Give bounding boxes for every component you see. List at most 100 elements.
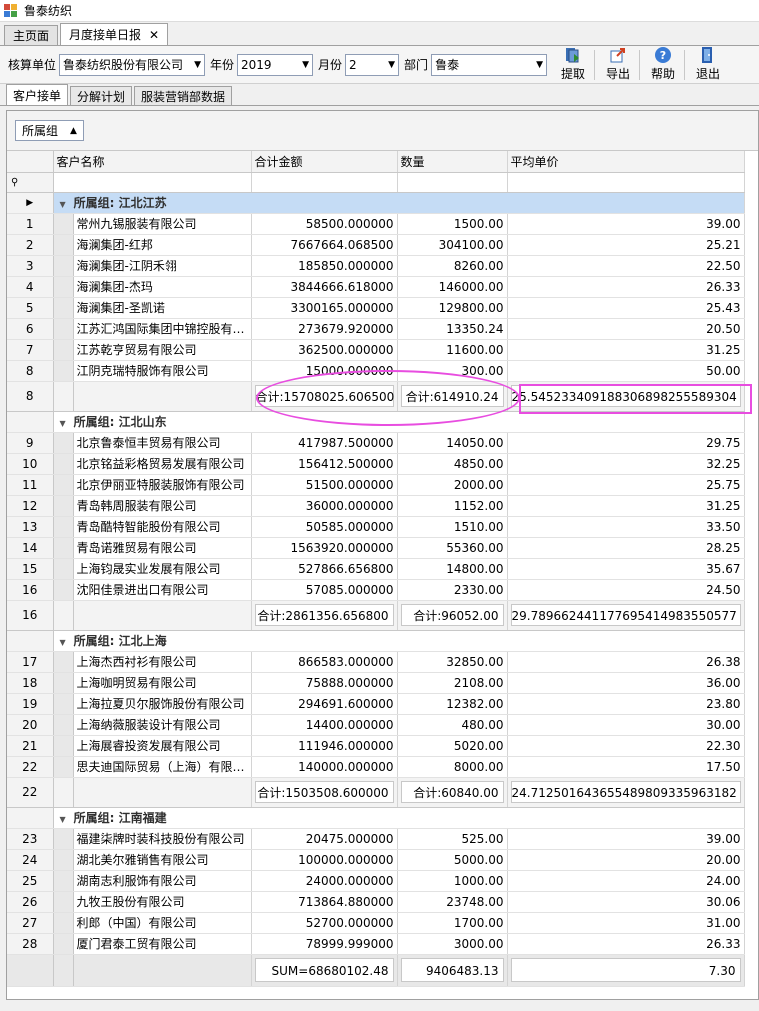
cell-qty[interactable]: 5000.00 xyxy=(397,849,508,871)
cell-customer[interactable]: 湖北美尔雅销售有限公司 xyxy=(73,849,252,871)
group-row[interactable]: ▼ 所属组: 江北山东 xyxy=(7,411,745,433)
cell-amount[interactable]: 362500.000000 xyxy=(251,339,398,361)
cell-amount[interactable]: 58500.000000 xyxy=(251,213,398,235)
cell-customer[interactable]: 上海纳薇服装设计有限公司 xyxy=(73,714,252,736)
cell-amount[interactable]: 111946.000000 xyxy=(251,735,398,757)
cell-price[interactable]: 29.75 xyxy=(507,432,745,454)
cell-price[interactable]: 26.33 xyxy=(507,933,745,955)
collapse-icon[interactable]: ▼ xyxy=(60,815,66,824)
table-row[interactable]: 18 上海咖明贸易有限公司 75888.000000 2108.00 36.00 xyxy=(7,672,745,694)
table-row[interactable]: 13 青岛酷特智能股份有限公司 50585.000000 1510.00 33.50 xyxy=(7,516,745,538)
cell-qty[interactable]: 32850.00 xyxy=(397,651,508,673)
cell-amount[interactable]: 866583.000000 xyxy=(251,651,398,673)
filter-icon[interactable]: ⚲ xyxy=(7,172,54,193)
table-row[interactable]: 11 北京伊丽亚特服装服饰有限公司 51500.000000 2000.00 25.75 xyxy=(7,474,745,496)
cell-amount[interactable]: 294691.600000 xyxy=(251,693,398,715)
cell-price[interactable]: 31.25 xyxy=(507,495,745,517)
cell-customer[interactable]: 沈阳佳景进出口有限公司 xyxy=(73,579,252,601)
table-row[interactable]: 4 海澜集团-杰玛 3844666.618000 146000.00 26.33 xyxy=(7,276,745,298)
cell-amount[interactable]: 75888.000000 xyxy=(251,672,398,694)
tab-home[interactable]: 主页面 xyxy=(4,25,59,45)
collapse-icon[interactable]: ▼ xyxy=(60,638,66,647)
cell-customer[interactable]: 上海钧晟实业发展有限公司 xyxy=(73,558,252,580)
table-row[interactable]: 9 北京鲁泰恒丰贸易有限公司 417987.500000 14050.00 29.75 xyxy=(7,432,745,454)
cell-amount[interactable]: 140000.000000 xyxy=(251,756,398,778)
chevron-down-icon[interactable]: ▼ xyxy=(388,60,395,70)
cell-customer[interactable]: 青岛诺雅贸易有限公司 xyxy=(73,537,252,559)
cell-customer[interactable]: 青岛韩周服装有限公司 xyxy=(73,495,252,517)
cell-amount[interactable]: 527866.656800 xyxy=(251,558,398,580)
filter-cell-qty[interactable] xyxy=(397,172,508,193)
cell-customer[interactable]: 江苏乾亨贸易有限公司 xyxy=(73,339,252,361)
cell-amount[interactable]: 78999.999000 xyxy=(251,933,398,955)
cell-qty[interactable]: 12382.00 xyxy=(397,693,508,715)
cell-qty[interactable]: 23748.00 xyxy=(397,891,508,913)
cell-price[interactable]: 35.67 xyxy=(507,558,745,580)
cell-customer[interactable]: 北京铭益彩格贸易发展有限公司 xyxy=(73,453,252,475)
table-row[interactable]: 1 常州九锡服装有限公司 58500.000000 1500.00 39.00 xyxy=(7,213,745,235)
cell-qty[interactable]: 1000.00 xyxy=(397,870,508,892)
month-select[interactable]: 2 ▼ xyxy=(345,53,400,76)
table-row[interactable]: 28 厦门君泰工贸有限公司 78999.999000 3000.00 26.33 xyxy=(7,933,745,955)
cell-amount[interactable]: 52700.000000 xyxy=(251,912,398,934)
cell-price[interactable]: 36.00 xyxy=(507,672,745,694)
cell-customer[interactable]: 江苏汇鸿国际集团中锦控股有… xyxy=(73,318,252,340)
filter-cell-amount[interactable] xyxy=(251,172,398,193)
cell-price[interactable]: 28.25 xyxy=(507,537,745,559)
chevron-down-icon[interactable]: ▼ xyxy=(536,60,543,70)
cell-customer[interactable]: 北京鲁泰恒丰贸易有限公司 xyxy=(73,432,252,454)
filter-cell-customer[interactable] xyxy=(53,172,252,193)
cell-qty[interactable]: 3000.00 xyxy=(397,933,508,955)
table-row[interactable]: 16 沈阳佳景进出口有限公司 57085.000000 2330.00 24.50 xyxy=(7,579,745,601)
chevron-down-icon[interactable]: ▼ xyxy=(302,60,309,70)
cell-qty[interactable]: 480.00 xyxy=(397,714,508,736)
table-row[interactable]: 6 江苏汇鸿国际集团中锦控股有… 273679.920000 13350.24 20.5… xyxy=(7,318,745,340)
table-row[interactable]: 12 青岛韩周服装有限公司 36000.000000 1152.00 31.25 xyxy=(7,495,745,517)
cell-customer[interactable]: 青岛酷特智能股份有限公司 xyxy=(73,516,252,538)
cell-price[interactable]: 25.75 xyxy=(507,474,745,496)
table-row[interactable]: 24 湖北美尔雅销售有限公司 100000.000000 5000.00 20.00 xyxy=(7,849,745,871)
table-row[interactable]: 14 青岛诺雅贸易有限公司 1563920.000000 55360.00 28.25 xyxy=(7,537,745,559)
cell-amount[interactable]: 100000.000000 xyxy=(251,849,398,871)
cell-price[interactable]: 24.50 xyxy=(507,579,745,601)
cell-price[interactable]: 50.00 xyxy=(507,360,745,382)
cell-customer[interactable]: 湖南志利服饰有限公司 xyxy=(73,870,252,892)
table-row[interactable]: 21 上海展睿投资发展有限公司 111946.000000 5020.00 22.30 xyxy=(7,735,745,757)
cell-price[interactable]: 22.30 xyxy=(507,735,745,757)
cell-qty[interactable]: 4850.00 xyxy=(397,453,508,475)
cell-qty[interactable]: 1510.00 xyxy=(397,516,508,538)
collapse-icon[interactable]: ▼ xyxy=(60,200,66,209)
cell-price[interactable]: 26.38 xyxy=(507,651,745,673)
cell-amount[interactable]: 1563920.000000 xyxy=(251,537,398,559)
cell-amount[interactable]: 20475.000000 xyxy=(251,828,398,850)
cell-amount[interactable]: 713864.880000 xyxy=(251,891,398,913)
table-row[interactable]: 8 江阴克瑞特服饰有限公司 15000.000000 300.00 50.00 xyxy=(7,360,745,382)
cell-price[interactable]: 17.50 xyxy=(507,756,745,778)
cell-qty[interactable]: 2330.00 xyxy=(397,579,508,601)
table-row[interactable]: 19 上海拉夏贝尔服饰股份有限公司 294691.600000 12382.00 23.… xyxy=(7,693,745,715)
cell-price[interactable]: 20.50 xyxy=(507,318,745,340)
cell-qty[interactable]: 13350.24 xyxy=(397,318,508,340)
table-row[interactable]: 2 海澜集团-红邦 7667664.068500 304100.00 25.21 xyxy=(7,234,745,256)
table-row[interactable]: 25 湖南志利服饰有限公司 24000.000000 1000.00 24.00 xyxy=(7,870,745,892)
cell-qty[interactable]: 5020.00 xyxy=(397,735,508,757)
dept-select[interactable]: 鲁泰 ▼ xyxy=(431,53,548,76)
cell-price[interactable]: 24.00 xyxy=(507,870,745,892)
cell-qty[interactable]: 2108.00 xyxy=(397,672,508,694)
table-row[interactable]: 26 九牧王股份有限公司 713864.880000 23748.00 30.06 xyxy=(7,891,745,913)
table-row[interactable]: 3 海澜集团-江阴禾翎 185850.000000 8260.00 22.50 xyxy=(7,255,745,277)
tab-customer-orders[interactable]: 客户接单 xyxy=(6,84,69,105)
cell-qty[interactable]: 8260.00 xyxy=(397,255,508,277)
cell-customer[interactable]: 上海拉夏贝尔服饰股份有限公司 xyxy=(73,693,252,715)
group-caption[interactable]: ▼ 所属组: 江北江苏 xyxy=(53,192,745,214)
group-row[interactable]: ▶ ▼ 所属组: 江北江苏 xyxy=(7,192,745,214)
cell-customer[interactable]: 九牧王股份有限公司 xyxy=(73,891,252,913)
filter-cell-price[interactable] xyxy=(507,172,745,193)
extract-button[interactable]: 提取 xyxy=(554,47,592,82)
cell-customer[interactable]: 上海展睿投资发展有限公司 xyxy=(73,735,252,757)
group-caption[interactable]: ▼ 所属组: 江北山东 xyxy=(53,411,745,433)
cell-amount[interactable]: 3844666.618000 xyxy=(251,276,398,298)
help-button[interactable]: ? 帮助 xyxy=(644,46,682,82)
cell-qty[interactable]: 129800.00 xyxy=(397,297,508,319)
cell-price[interactable]: 32.25 xyxy=(507,453,745,475)
